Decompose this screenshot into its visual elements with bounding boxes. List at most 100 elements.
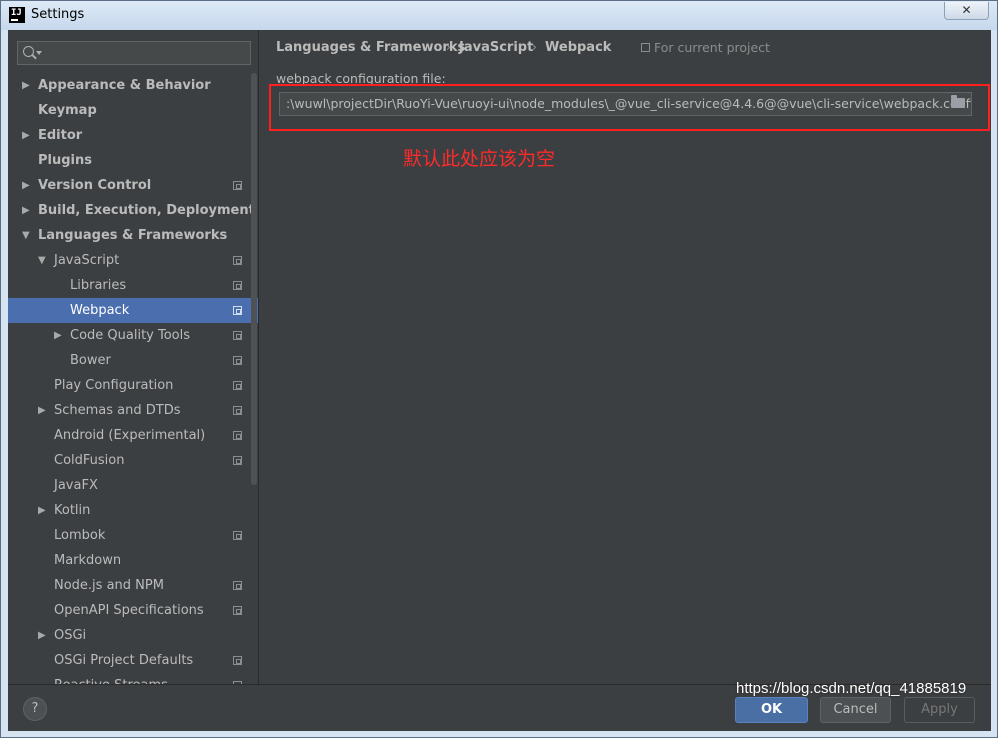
collapsed-arrow-icon[interactable]: ▶ [22,198,30,223]
project-scope-icon [233,406,242,415]
sidebar-item-android-experimental[interactable]: Android (Experimental) [8,423,258,448]
expanded-arrow-icon[interactable]: ▼ [38,248,46,273]
close-button[interactable]: ✕ [944,2,989,20]
sidebar-item-node-js-and-npm[interactable]: Node.js and NPM [8,573,258,598]
sidebar-item-build-execution-deployment[interactable]: ▶ Build, Execution, Deployment [8,198,258,223]
project-scope-icon [233,356,242,365]
sidebar-item-appearance-behavior[interactable]: ▶ Appearance & Behavior [8,73,258,98]
sidebar-item-label: JavaScript [54,253,120,268]
sidebar-item-label: Schemas and DTDs [54,403,181,418]
collapsed-arrow-icon[interactable]: ▶ [54,323,62,348]
collapsed-arrow-icon[interactable]: ▶ [38,498,46,523]
sidebar-item-label: Bower [70,353,111,368]
sidebar-item-markdown[interactable]: Markdown [8,548,258,573]
webpack-config-path-field[interactable]: :\wuwl\projectDir\RuoYi-Vue\ruoyi-ui\nod… [279,92,972,116]
sidebar-item-label: Play Configuration [54,378,174,393]
sidebar-item-coldfusion[interactable]: ColdFusion [8,448,258,473]
project-scope-icon [233,381,242,390]
project-scope-icon [233,181,242,190]
ok-button[interactable]: OK [735,697,808,723]
sidebar-item-editor[interactable]: ▶ Editor [8,123,258,148]
scope-label: For current project [641,40,770,55]
sidebar-item-reactive-streams[interactable]: Reactive Streams [8,673,258,684]
project-scope-icon [233,256,242,265]
cancel-button[interactable]: Cancel [820,697,891,723]
sidebar-item-keymap[interactable]: Keymap [8,98,258,123]
scope-text: For current project [654,40,770,55]
settings-content: Languages & Frameworks › JavaScript › We… [259,30,991,684]
sidebar-item-label: Code Quality Tools [70,328,191,343]
sidebar-item-label: Android (Experimental) [54,428,206,443]
annotation-text: 默认此处应该为空 [403,148,556,170]
sidebar-item-schemas-and-dtds[interactable]: ▶ Schemas and DTDs [8,398,258,423]
collapsed-arrow-icon[interactable]: ▶ [38,623,46,648]
breadcrumb-languages: Languages & Frameworks [276,40,466,55]
sidebar-item-label: Languages & Frameworks [38,228,228,243]
sidebar-item-label: Markdown [54,553,122,568]
help-button[interactable]: ? [23,697,47,721]
sidebar-item-label: Build, Execution, Deployment [38,203,255,218]
search-icon [23,46,34,57]
breadcrumb-separator: › [446,40,451,54]
chevron-down-icon [36,51,42,55]
sidebar-item-label: JavaFX [54,478,98,493]
sidebar-item-label: Libraries [70,278,127,293]
sidebar-item-webpack[interactable]: Webpack [8,298,258,323]
settings-sidebar: ▶ Appearance & Behavior Keymap ▶ Editor Plugi… [8,30,258,684]
project-scope-icon [233,581,242,590]
sidebar-item-osgi[interactable]: ▶ OSGi [8,623,258,648]
sidebar-item-kotlin[interactable]: ▶ Kotlin [8,498,258,523]
sidebar-item-javafx[interactable]: JavaFX [8,473,258,498]
sidebar-scrollbar[interactable] [251,73,257,485]
title-bar: IJ Settings ✕ [1,1,997,30]
project-scope-icon [233,656,242,665]
search-input[interactable] [17,41,251,65]
project-scope-icon [233,531,242,540]
project-scope-icon [233,281,242,290]
collapsed-arrow-icon[interactable]: ▶ [38,398,46,423]
collapsed-arrow-icon[interactable]: ▶ [22,73,30,98]
project-scope-icon [233,331,242,340]
breadcrumb-webpack: Webpack [545,40,612,55]
sidebar-item-label: ColdFusion [54,453,125,468]
window-title: Settings [31,7,85,22]
intellij-app-icon: IJ [9,7,25,23]
sidebar-item-osgi-project-defaults[interactable]: OSGi Project Defaults [8,648,258,673]
project-scope-icon [233,606,242,615]
project-scope-icon [233,431,242,440]
sidebar-item-libraries[interactable]: Libraries [8,273,258,298]
sidebar-item-label: OSGi [54,628,87,643]
sidebar-item-play-configuration[interactable]: Play Configuration [8,373,258,398]
project-scope-icon [233,456,242,465]
watermark: https://blog.csdn.net/qq_41885819 [736,680,967,697]
sidebar-item-version-control[interactable]: ▶ Version Control [8,173,258,198]
sidebar-item-plugins[interactable]: Plugins [8,148,258,173]
sidebar-item-label: Editor [38,128,83,143]
collapsed-arrow-icon[interactable]: ▶ [22,123,30,148]
settings-tree: ▶ Appearance & Behavior Keymap ▶ Editor Plugi… [8,73,258,684]
sidebar-item-label: Webpack [70,303,130,318]
project-scope-icon [641,43,650,52]
sidebar-item-lombok[interactable]: Lombok [8,523,258,548]
sidebar-item-label: Keymap [38,103,97,118]
sidebar-item-javascript[interactable]: ▼ JavaScript [8,248,258,273]
collapsed-arrow-icon[interactable]: ▶ [22,173,30,198]
expanded-arrow-icon[interactable]: ▼ [22,223,30,248]
folder-browse-icon[interactable] [951,95,965,108]
apply-button[interactable]: Apply [904,697,975,723]
project-scope-icon [233,306,242,315]
sidebar-item-label: OpenAPI Specifications [54,603,204,618]
sidebar-item-code-quality-tools[interactable]: ▶ Code Quality Tools [8,323,258,348]
sidebar-item-label: Kotlin [54,503,91,518]
breadcrumb-separator: › [532,40,537,54]
breadcrumb-javascript: JavaScript [459,40,534,55]
sidebar-item-bower[interactable]: Bower [8,348,258,373]
sidebar-item-label: OSGi Project Defaults [54,653,194,668]
sidebar-item-label: Appearance & Behavior [38,78,211,93]
sidebar-item-label: Version Control [38,178,152,193]
sidebar-item-label: Node.js and NPM [54,578,164,593]
sidebar-item-languages-frameworks[interactable]: ▼ Languages & Frameworks [8,223,258,248]
dialog-client: ▶ Appearance & Behavior Keymap ▶ Editor Plugi… [8,30,991,731]
sidebar-item-label: Lombok [54,528,106,543]
sidebar-item-openapi-specifications[interactable]: OpenAPI Specifications [8,598,258,623]
